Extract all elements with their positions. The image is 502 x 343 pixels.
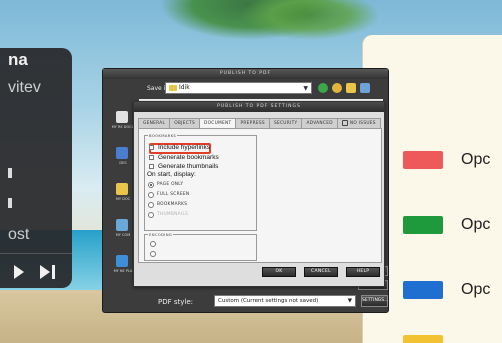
- issues-icon: [341, 119, 348, 126]
- network-places-icon: [116, 255, 128, 267]
- cancel-button[interactable]: CANCEL: [304, 267, 338, 277]
- help-button[interactable]: HELP: [346, 267, 380, 277]
- tab-document[interactable]: DOCUMENT: [198, 118, 237, 128]
- checkbox-label: Include hyperlinks: [158, 144, 211, 151]
- group-title: BOOKMARKS: [148, 133, 178, 138]
- settings-tabs: GENERAL OBJECTS DOCUMENT PREPRESS SECURI…: [138, 118, 381, 128]
- my-computer-icon: [116, 219, 128, 231]
- playback-controls: [0, 253, 72, 288]
- tab-general[interactable]: GENERAL: [138, 118, 171, 128]
- radio-label: PAGE ONLY: [157, 182, 184, 187]
- dialog-title: PUBLISH TO PDF: [103, 69, 388, 79]
- checkbox[interactable]: [149, 145, 154, 150]
- option-swatch-blue[interactable]: [403, 281, 443, 299]
- next-track-bar: [52, 265, 55, 279]
- save-in-value: Idik: [179, 84, 190, 91]
- document-tab-panel: BOOKMARKS Include hyperlinks Generate bo…: [138, 128, 382, 263]
- panel-title: na: [8, 50, 28, 69]
- option-label[interactable]: Opc: [461, 151, 490, 169]
- settings-dialog-title: PUBLISH TO PDF SETTINGS: [134, 102, 384, 112]
- tab-objects[interactable]: OBJECTS: [169, 118, 200, 128]
- radio-button[interactable]: [148, 182, 154, 188]
- radio-button[interactable]: [148, 202, 154, 208]
- my-documents-icon: [116, 183, 128, 195]
- folder-icon: [169, 85, 177, 91]
- tab-no-issues-label: NO ISSUES: [349, 121, 376, 126]
- panel-text: ost: [8, 226, 30, 243]
- view-menu-icon[interactable]: [360, 83, 370, 93]
- option-swatch-yellow[interactable]: [403, 335, 443, 343]
- tab-no-issues[interactable]: NO ISSUES: [336, 118, 381, 128]
- option-swatch-green[interactable]: [403, 216, 443, 234]
- panel-subtitle: vitev: [8, 79, 41, 96]
- tab-prepress[interactable]: PREPRESS: [235, 118, 270, 128]
- publish-to-pdf-dialog: PUBLISH TO PDF Save in: Idik ▼ MY RE DOC…: [102, 68, 389, 313]
- list-marker: [8, 168, 12, 178]
- new-folder-icon[interactable]: [346, 83, 356, 93]
- chevron-down-icon: ▼: [347, 298, 352, 304]
- radio-label: FULL SCREEN: [157, 192, 190, 197]
- place-my-documents[interactable]: MY DOC: [109, 181, 135, 209]
- checkbox[interactable]: [149, 164, 154, 169]
- radio-label: BOOKMARKS: [157, 202, 188, 207]
- place-recent-documents[interactable]: MY RE DOCU: [109, 109, 135, 137]
- radio-button[interactable]: [148, 212, 154, 218]
- option-label[interactable]: Opc: [461, 216, 490, 234]
- on-start-label: On start, display:: [147, 171, 196, 178]
- recent-documents-icon: [116, 111, 128, 123]
- pdf-style-value: Custom (Current settings not saved): [218, 298, 319, 304]
- place-my-computer[interactable]: MY COM: [109, 217, 135, 245]
- tab-security[interactable]: SECURITY: [268, 118, 303, 128]
- back-icon[interactable]: [318, 83, 328, 93]
- pdf-settings-dialog: PUBLISH TO PDF SETTINGS GENERAL OBJECTS …: [133, 101, 385, 287]
- radio-button[interactable]: [150, 251, 156, 257]
- option-swatch-red[interactable]: [403, 151, 443, 169]
- up-folder-icon[interactable]: [332, 83, 342, 93]
- chevron-down-icon: ▼: [303, 85, 308, 92]
- list-marker: [8, 198, 12, 208]
- encoding-group: ENCODING: [144, 232, 257, 261]
- play-icon[interactable]: [14, 265, 24, 279]
- checkbox-label: Generate bookmarks: [158, 154, 219, 161]
- checkbox-label: Generate thumbnails: [158, 163, 219, 170]
- tab-advanced[interactable]: ADVANCED: [301, 118, 338, 128]
- radio-label: THUMBNAILS: [157, 212, 189, 217]
- desktop-icon: [116, 147, 128, 159]
- left-media-panel: na vitev ost: [0, 48, 72, 288]
- place-network[interactable]: MY NE PLA: [109, 253, 135, 281]
- radio-button[interactable]: [150, 241, 156, 247]
- place-desktop[interactable]: DES: [109, 145, 135, 173]
- option-label[interactable]: Opc: [461, 281, 490, 299]
- next-track-icon[interactable]: [40, 265, 50, 279]
- checkbox[interactable]: [149, 155, 154, 160]
- pdf-style-label: PDF style:: [158, 298, 194, 306]
- save-in-select[interactable]: Idik ▼: [165, 82, 312, 94]
- radio-button[interactable]: [148, 192, 154, 198]
- group-title: ENCODING: [148, 232, 174, 237]
- pdf-style-select[interactable]: Custom (Current settings not saved) ▼: [214, 295, 356, 307]
- ok-button[interactable]: OK: [262, 267, 296, 277]
- settings-button[interactable]: SETTINGS...: [361, 295, 388, 307]
